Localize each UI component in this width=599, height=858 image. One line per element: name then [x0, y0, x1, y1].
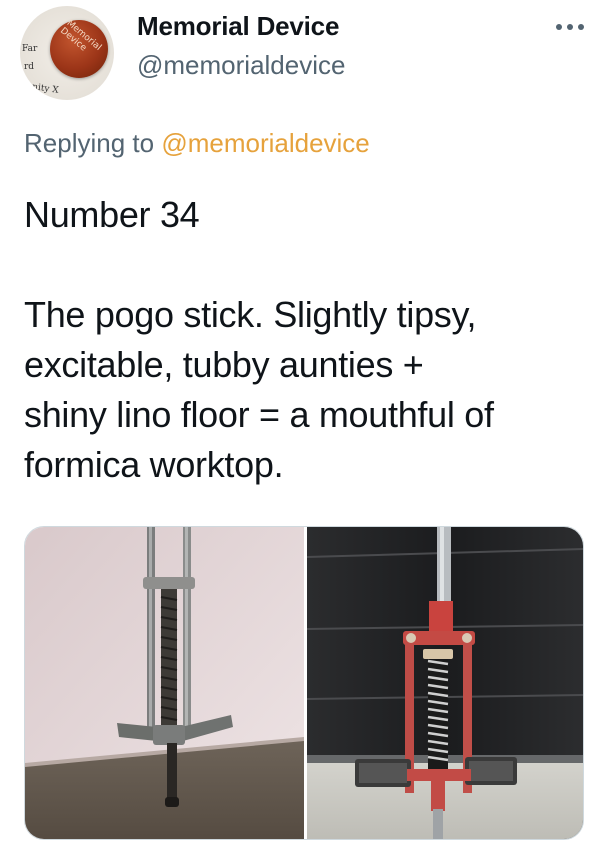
tweet-body-line: formica worktop. [24, 444, 284, 485]
more-horizontal-icon[interactable] [550, 14, 590, 42]
media-grid [24, 526, 584, 840]
display-name[interactable]: Memorial Device [137, 11, 339, 42]
pogo-stick-indoor-image [25, 527, 304, 839]
photo-pogo-stick-red-outdoor[interactable] [307, 527, 583, 839]
user-handle[interactable]: @memorialdevice [137, 50, 345, 81]
tweet-body-line: excitable, tubby aunties + [24, 344, 424, 385]
tweet-headline: Number 34 [24, 194, 200, 235]
avatar-text-fragment: nity X [31, 82, 60, 96]
photo-pogo-stick-indoor[interactable] [25, 527, 304, 839]
replying-to: Replying to @memorialdevice [24, 128, 370, 159]
pogo-stick-red-outdoor-image [307, 527, 583, 839]
reply-mention-link[interactable]: @memorialdevice [161, 128, 369, 158]
tweet-body-line: shiny lino floor = a mouthful of [24, 394, 494, 435]
tweet-header: Far rd nity X Memorial Device Memorial D… [0, 0, 599, 110]
avatar-text-fragment: Far [22, 44, 38, 54]
replying-prefix: Replying to [24, 128, 155, 158]
tweet-body-line: The pogo stick. Slightly tipsy, [24, 294, 477, 335]
avatar-text-fragment: rd [24, 62, 35, 72]
avatar[interactable]: Far rd nity X Memorial Device [20, 6, 114, 100]
tweet-text: Number 34 The pogo stick. Slightly tipsy… [24, 190, 589, 490]
